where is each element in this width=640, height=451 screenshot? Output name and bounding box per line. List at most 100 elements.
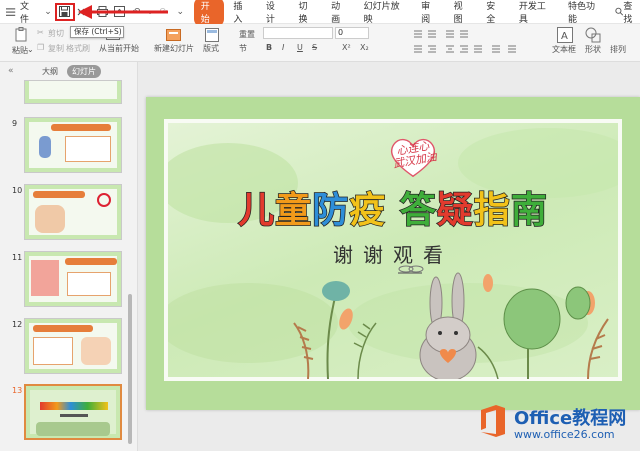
heading-char: 南 [510, 189, 548, 232]
italic-button[interactable]: I [282, 43, 284, 52]
slide-thumbnail[interactable] [24, 117, 122, 173]
slide-thumbnail[interactable] [24, 80, 122, 104]
tab-design[interactable]: 设计 [259, 0, 290, 27]
search-icon [615, 7, 624, 16]
thumbnail-plants [36, 422, 110, 436]
thumbnail-scrollbar[interactable] [128, 294, 132, 444]
copy-icon[interactable]: ❐ [37, 43, 44, 52]
undo-dropdown-icon[interactable]: ⌄ [146, 5, 154, 19]
menu-bar: 文件 ⌄ ↶ ⌄ ↷ ⌄ 开始 插入 设计 切换 动画 幻灯片放映 审阅 视图 … [0, 0, 640, 27]
tab-slides[interactable]: 幻灯片 [67, 65, 101, 78]
thumbnail-text-box [33, 337, 73, 365]
undo-icon[interactable]: ↶ [130, 5, 143, 19]
tab-home[interactable]: 开始 [193, 0, 225, 27]
cut-icon[interactable]: ✂ [37, 28, 44, 37]
rabbit-plants-illustration [293, 265, 609, 379]
format-painter-button[interactable]: 格式刷 [66, 43, 90, 54]
underline-button[interactable]: U [297, 43, 303, 52]
collapse-pane-icon[interactable]: « [8, 66, 14, 76]
bold-button[interactable]: B [266, 43, 272, 52]
chevron-down-icon[interactable]: ⌄ [42, 5, 55, 19]
tab-features[interactable]: 特色功能 [561, 0, 608, 27]
slide-editing-area: 心连心 武汉加油 儿童防疫 答疑指南 谢谢观看 [138, 62, 640, 451]
tab-slideshow[interactable]: 幻灯片放映 [357, 0, 412, 27]
current-slide[interactable]: 心连心 武汉加油 儿童防疫 答疑指南 谢谢观看 [146, 97, 640, 410]
slide-number: 12 [12, 320, 23, 329]
thumbnail-subtitle-bar [60, 414, 88, 417]
tab-security[interactable]: 安全 [479, 0, 510, 27]
thumbnail-title-bar [51, 124, 111, 131]
thumbnail-figure [31, 260, 59, 296]
tab-animations[interactable]: 动画 [324, 0, 355, 27]
layout-icon[interactable] [205, 28, 219, 42]
copy-button[interactable]: 复制 [48, 43, 64, 54]
tab-developer[interactable]: 开发工具 [512, 0, 559, 27]
presentation-app: 文件 ⌄ ↶ ⌄ ↷ ⌄ 开始 插入 设计 切换 动画 幻灯片放映 审阅 视图 … [0, 0, 640, 451]
shape-icon[interactable] [585, 27, 601, 43]
export-icon[interactable] [113, 5, 126, 19]
paste-icon[interactable] [14, 27, 30, 43]
search-button[interactable]: 查找 [615, 0, 640, 25]
file-menu[interactable]: 文件 [20, 0, 37, 25]
thumbnail-title-bar [65, 258, 117, 265]
slide-thumbnail[interactable] [24, 184, 122, 240]
slide-inner-frame: 心连心 武汉加油 儿童防疫 答疑指南 谢谢观看 [164, 119, 622, 381]
thumbnail-figure [39, 136, 51, 158]
save-highlight-box [55, 3, 75, 21]
watermark-url: www.office26.com [514, 428, 615, 441]
new-slide-button[interactable]: 新建幻灯片 [154, 43, 194, 54]
heading-char: 儿 [237, 189, 276, 232]
paste-button[interactable]: 粘贴 [12, 45, 28, 56]
font-size-select[interactable]: 0 [335, 27, 369, 39]
heading-char [386, 190, 400, 231]
tab-view[interactable]: 视图 [447, 0, 478, 27]
layout-button[interactable]: 版式 [203, 43, 219, 54]
heading-char: 指 [473, 189, 511, 232]
slide-heading[interactable]: 儿童防疫 答疑指南 [168, 181, 618, 233]
tab-outline[interactable]: 大纲 [42, 66, 58, 77]
tab-review[interactable]: 审阅 [414, 0, 445, 27]
reset-button[interactable]: 重置 [239, 29, 255, 40]
section-button[interactable]: 节 [239, 43, 247, 54]
shape-button[interactable]: 形状 [585, 44, 601, 55]
arrange-button[interactable]: 排列 [610, 44, 626, 55]
paragraph-tools-icon[interactable] [412, 28, 542, 56]
new-slide-icon[interactable] [166, 27, 182, 43]
slide-number: 13 [12, 386, 23, 395]
thumbnail-prohibit-icon [97, 193, 111, 207]
font-name-select[interactable] [263, 27, 333, 39]
dragonfly-icon [398, 265, 424, 274]
office-logo-icon [481, 405, 505, 437]
print-icon[interactable] [96, 5, 109, 19]
heading-char: 疑 [436, 189, 474, 232]
text-box-icon[interactable]: A [557, 27, 573, 43]
subscript-button[interactable]: X₂ [360, 43, 369, 52]
redo-icon[interactable]: ↷ [157, 5, 170, 19]
slide-thumbnail-pane: « 大纲 幻灯片 9 10 11 12 13 [0, 62, 138, 451]
slide-thumbnail[interactable] [24, 318, 122, 374]
customize-icon[interactable]: ⌄ [174, 5, 187, 19]
tab-insert[interactable]: 插入 [226, 0, 257, 27]
slide-thumbnail[interactable] [24, 251, 122, 307]
slide-number: 11 [12, 253, 23, 262]
thumbnail-figure [35, 205, 65, 233]
cut-button[interactable]: 剪切 [48, 28, 64, 39]
heading-char: 防 [311, 189, 350, 232]
heading-char: 答 [399, 189, 437, 232]
slide-thumbnail-selected[interactable] [24, 384, 122, 440]
slide-number: 10 [12, 186, 23, 195]
menu-icon[interactable] [6, 7, 17, 17]
strikethrough-button[interactable]: S [312, 43, 317, 52]
watermark-title: Office教程网 [514, 408, 627, 429]
superscript-button[interactable]: X² [342, 43, 351, 52]
heading-char: 童 [274, 189, 313, 232]
thumbnail-text-box [65, 136, 111, 162]
thumbnail-title-bar [33, 325, 93, 332]
thumbnail-heading-bar [40, 402, 108, 410]
text-box-button[interactable]: 文本框 [552, 44, 576, 55]
undo-history-icon[interactable] [75, 5, 88, 19]
tab-transitions[interactable]: 切换 [291, 0, 322, 27]
from-current-button[interactable]: 从当前开始 [99, 43, 139, 54]
save-tooltip: 保存 (Ctrl+S) [70, 26, 124, 38]
paste-dropdown-icon[interactable]: ⌄ [27, 45, 34, 54]
